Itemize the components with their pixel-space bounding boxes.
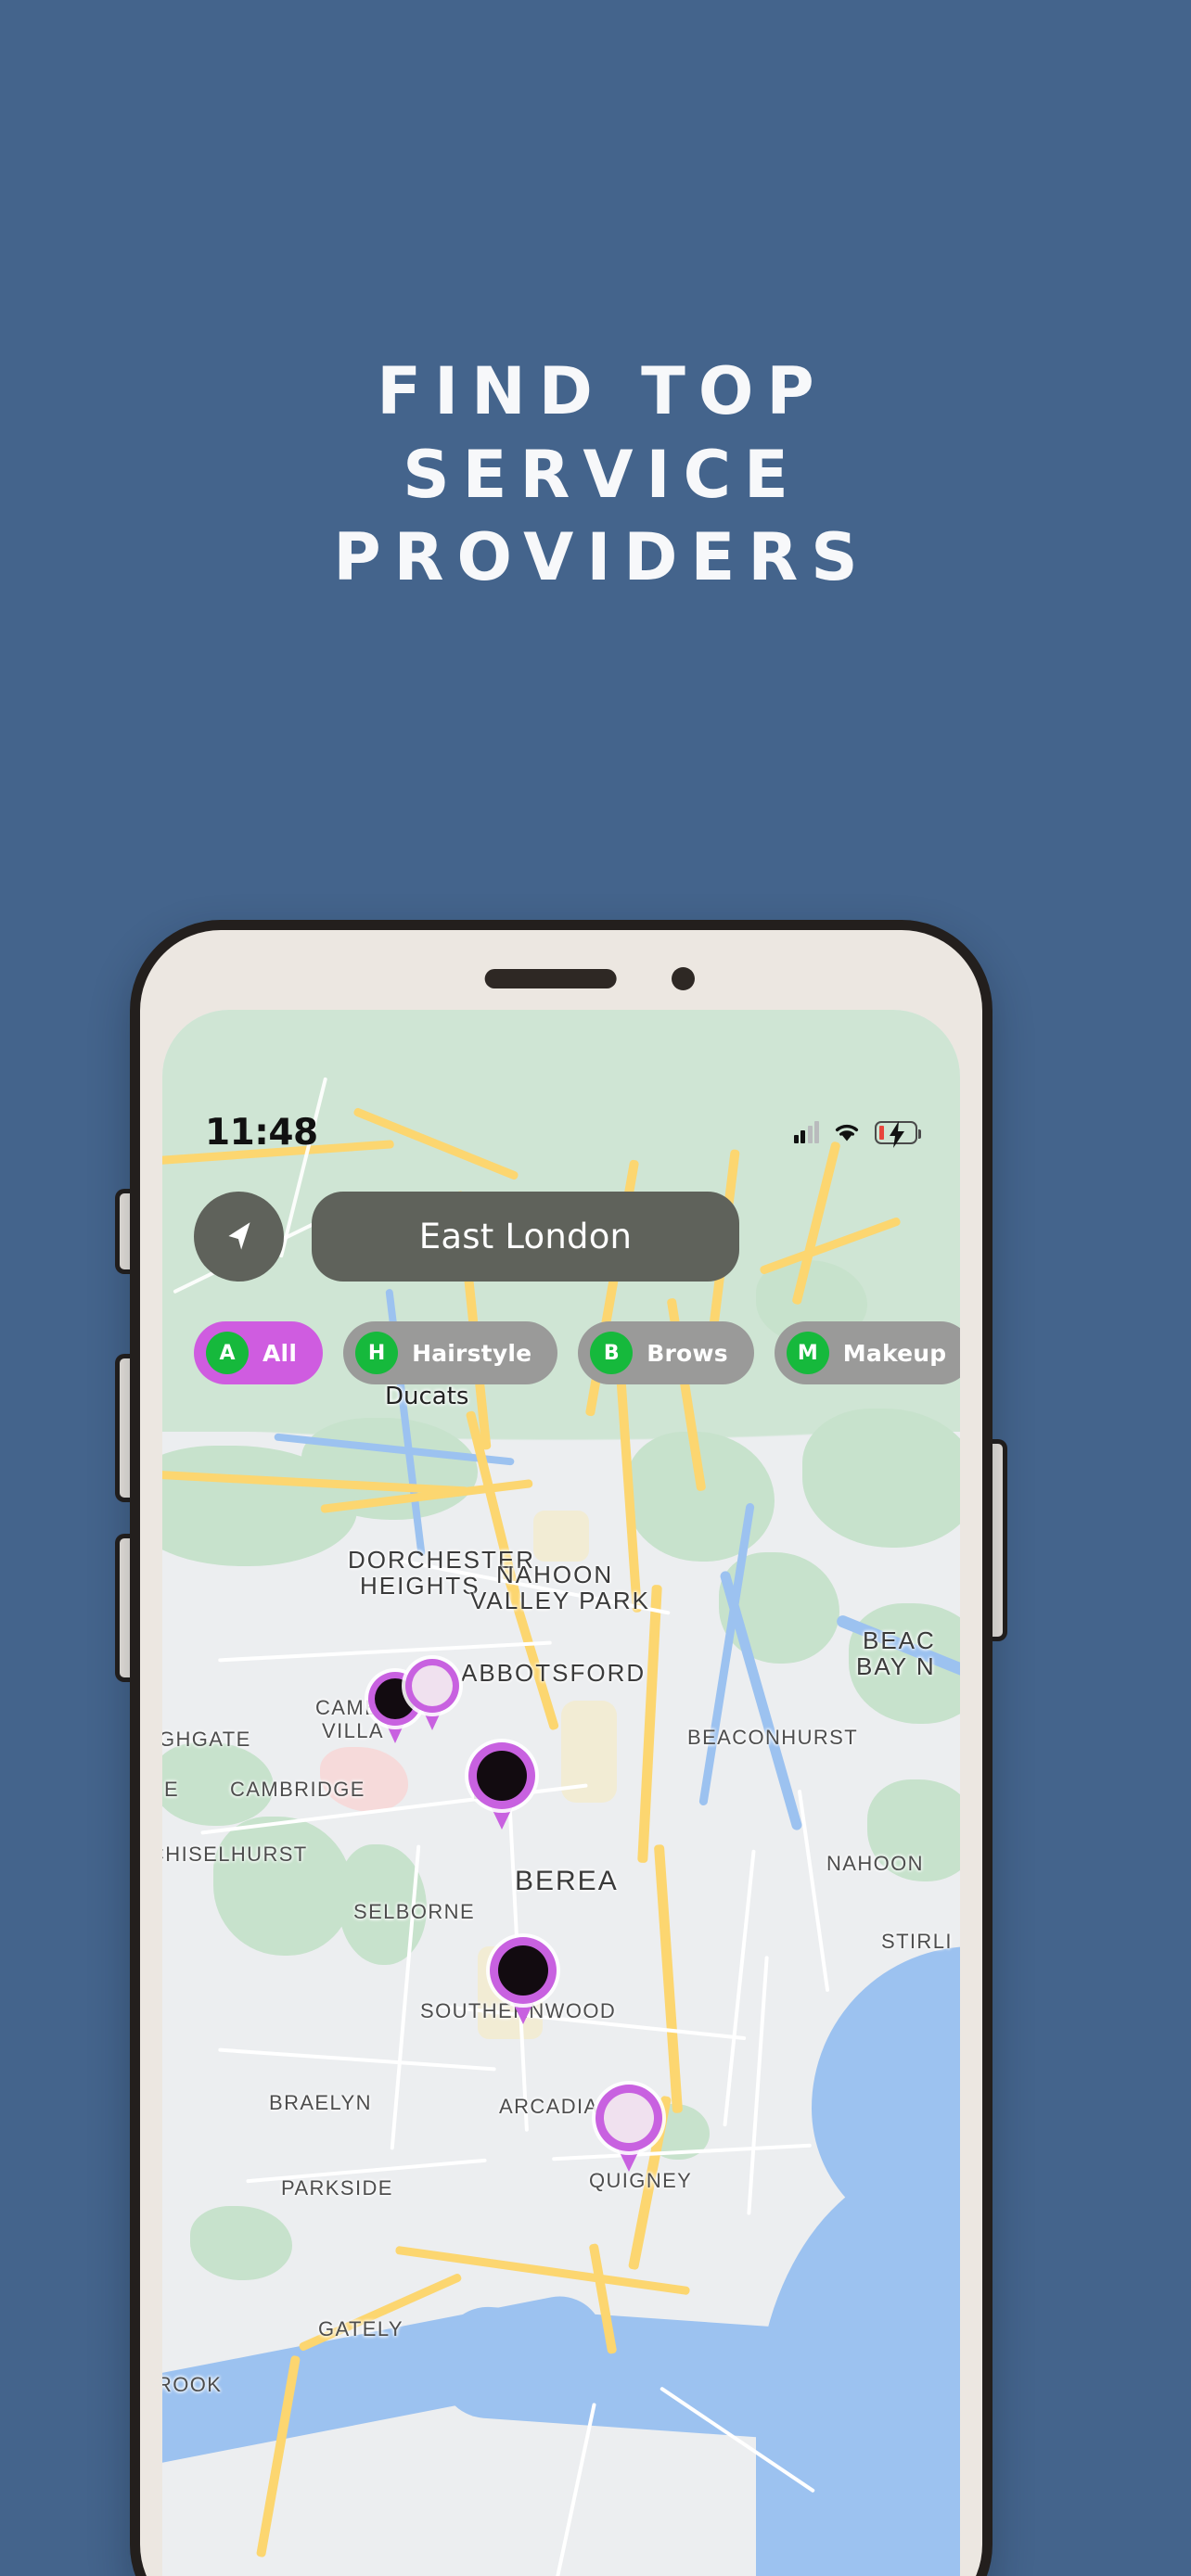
map-label-abbotsford: ABBOTSFORD	[461, 1659, 647, 1687]
pin-thumbnail	[498, 1945, 548, 1996]
map-pin-southernwood[interactable]	[490, 1937, 557, 2024]
map-label-arcadia: ARCADIA	[499, 2095, 599, 2118]
chip-label: Hairstyle	[412, 1339, 532, 1367]
headline-line-1: FIND TOP	[377, 353, 827, 429]
front-camera-icon	[672, 967, 695, 990]
map-label-valley-park: VALLEY PARK	[470, 1587, 650, 1614]
chip-badge-letter: M	[797, 1341, 818, 1365]
map-label-beacon: BEAC	[863, 1626, 936, 1654]
location-search-pill[interactable]: East London	[312, 1192, 739, 1282]
recenter-location-button[interactable]	[194, 1192, 284, 1282]
map-pin-vincent[interactable]	[468, 1742, 535, 1830]
pin-thumbnail	[604, 2093, 654, 2143]
map-minor-road	[218, 2047, 496, 2072]
map-pin-cambridge-villa-2[interactable]	[405, 1659, 459, 1731]
phone-screen: Ducats DORCHESTER HEIGHTS NAHOON VALLEY …	[162, 1010, 960, 2576]
phone-mockup: Ducats DORCHESTER HEIGHTS NAHOON VALLEY …	[115, 920, 1007, 2576]
battery-level-indicator	[879, 1125, 884, 1140]
map-label-e: E	[164, 1778, 180, 1801]
filter-chip-brows[interactable]: B Brows	[578, 1321, 754, 1384]
headline-line-2: SERVICE	[403, 436, 801, 513]
chip-badge-icon: B	[590, 1332, 634, 1374]
phone-frame: Ducats DORCHESTER HEIGHTS NAHOON VALLEY …	[130, 920, 992, 2576]
map-road	[653, 1843, 684, 2114]
location-name: East London	[418, 1217, 633, 1256]
map-green-patch	[213, 1817, 352, 1956]
map-label-beaconhurst: BEACONHURST	[687, 1726, 859, 1749]
map-label-berea: BEREA	[515, 1866, 619, 1896]
headline-line-3: PROVIDERS	[333, 519, 871, 596]
map-label-parkside: PARKSIDE	[281, 2176, 393, 2200]
category-filter-bar[interactable]: A All H Hairstyle B Brows M Makeup	[194, 1321, 960, 1384]
wifi-icon	[835, 1124, 859, 1141]
map-minor-road	[548, 2403, 596, 2576]
earpiece-speaker-icon	[484, 969, 617, 988]
map-minor-road	[797, 1789, 830, 1993]
status-bar-clock: 11:48	[205, 1111, 318, 1154]
map-road	[637, 1584, 662, 1864]
map-minor-road	[747, 1956, 769, 2215]
page-headline: FIND TOP SERVICE PROVIDERS	[0, 351, 1191, 600]
map-label-stirli: STIRLI	[881, 1930, 953, 1953]
map-label-nahoon-2: NAHOON	[826, 1852, 924, 1875]
map-label-braelyn: BRAELYN	[269, 2091, 372, 2114]
map-label-ducats: Ducats	[385, 1383, 469, 1410]
chip-label: Makeup	[842, 1339, 947, 1367]
map-label-rook: ROOK	[162, 2373, 223, 2396]
map-minor-road	[723, 1849, 756, 2127]
map-top-controls: East London	[194, 1192, 960, 1282]
chip-badge-icon: H	[355, 1332, 399, 1374]
chip-badge-icon: A	[206, 1332, 249, 1374]
cellular-signal-icon	[793, 1121, 819, 1143]
chip-badge-letter: B	[603, 1341, 620, 1365]
map-green-patch	[802, 1409, 960, 1548]
charging-bolt-icon	[890, 1120, 904, 1148]
chip-badge-letter: A	[219, 1341, 236, 1365]
map-pin-quigney[interactable]	[596, 2085, 662, 2172]
map-label-selborne: SELBORNE	[353, 1900, 476, 1923]
map-label-gately: GATELY	[318, 2317, 403, 2340]
map-label-quigney: QUIGNEY	[589, 2169, 693, 2192]
navigation-arrow-icon	[227, 1221, 250, 1250]
chip-label: Brows	[647, 1339, 728, 1367]
map-label-chiselhurst: CHISELHURST	[162, 1843, 308, 1866]
chip-badge-letter: H	[367, 1341, 386, 1365]
filter-chip-all[interactable]: A All	[194, 1321, 324, 1384]
battery-charging-icon	[875, 1120, 921, 1148]
chip-badge-icon: M	[786, 1332, 829, 1374]
status-bar-indicators	[793, 1120, 921, 1148]
map-green-patch	[190, 2206, 292, 2280]
map-label-heights: HEIGHTS	[360, 1572, 480, 1600]
map-label-bay-n: BAY N	[856, 1652, 936, 1680]
map-label-nahoon: NAHOON	[496, 1561, 614, 1588]
map-landuse-patch	[533, 1511, 589, 1562]
map-label-ghgate: GHGATE	[162, 1728, 251, 1751]
map-label-cambridge: CAMBRIDGE	[230, 1778, 365, 1801]
pin-thumbnail	[412, 1665, 453, 1706]
pin-thumbnail	[477, 1751, 527, 1801]
chip-label: All	[263, 1339, 298, 1367]
filter-chip-makeup[interactable]: M Makeup	[774, 1321, 960, 1384]
filter-chip-hairstyle[interactable]: H Hairstyle	[343, 1321, 558, 1384]
status-bar: 11:48	[162, 1106, 960, 1158]
